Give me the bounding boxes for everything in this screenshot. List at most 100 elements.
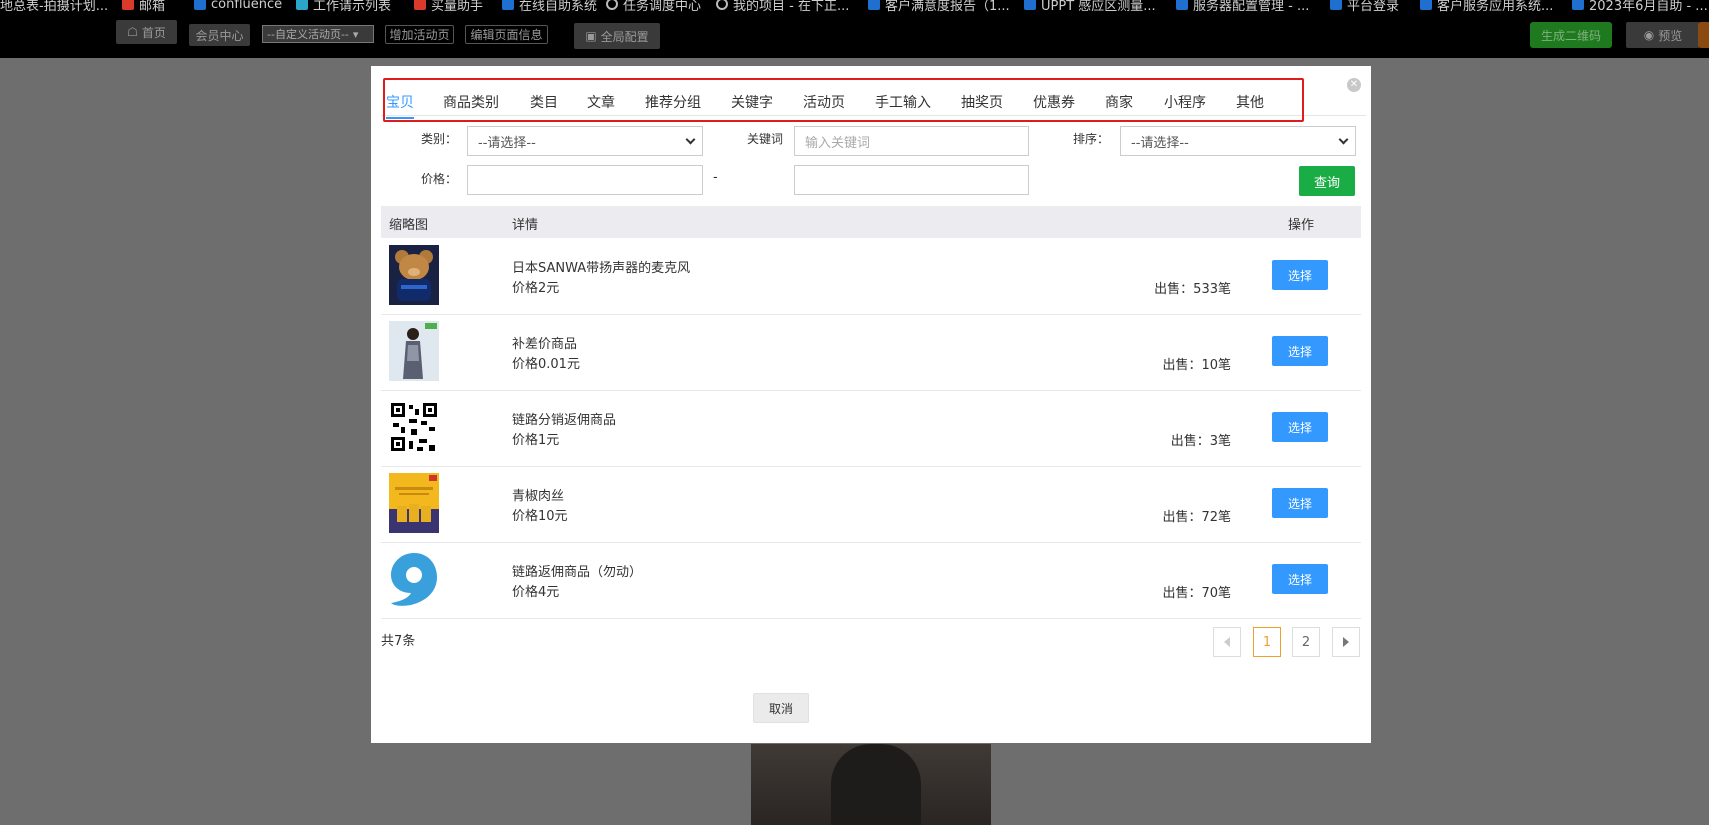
query-button[interactable]: 查询 xyxy=(1299,166,1355,196)
total-count: 共7条 xyxy=(381,634,416,649)
chevron-down-icon: ▾ xyxy=(352,27,359,41)
preview-button[interactable]: ◉ 预览 xyxy=(1626,22,1700,48)
table-row: 链路分销返佣商品 价格1元 出售：3笔 选择 xyxy=(381,391,1361,467)
select-button[interactable]: 选择 xyxy=(1272,564,1328,594)
bookmark-item[interactable]: 任务调度中心 xyxy=(606,0,701,14)
sort-label: 排序： xyxy=(1073,132,1110,146)
product-title: 青椒肉丝 xyxy=(512,489,565,504)
product-price: 价格4元 xyxy=(512,585,560,600)
publish-button[interactable] xyxy=(1698,22,1709,48)
select-button[interactable]: 选择 xyxy=(1272,336,1328,366)
doc-icon xyxy=(1176,0,1188,10)
edit-page-info-button[interactable]: 编辑页面信息 xyxy=(465,25,548,44)
food-ad-thumbnail xyxy=(389,473,439,533)
product-sales: 出售：70笔 xyxy=(1162,586,1231,601)
prev-page-button[interactable] xyxy=(1213,627,1241,657)
category-select[interactable]: --请选择-- xyxy=(467,126,703,156)
confluence-icon xyxy=(194,0,206,10)
page-button-2[interactable]: 2 xyxy=(1292,627,1320,657)
price-min-input[interactable] xyxy=(467,165,703,195)
product-title: 补差价商品 xyxy=(512,337,578,352)
table-row: 日本SANWA带扬声器的麦克风 价格2元 出售：533笔 选择 xyxy=(381,239,1361,315)
product-title: 链路返佣商品（勿动） xyxy=(512,565,643,580)
category-label: 类别： xyxy=(421,132,458,146)
doc-icon xyxy=(1420,0,1432,10)
bookmark-item[interactable]: 平台登录 xyxy=(1330,0,1399,14)
globe-icon xyxy=(606,0,618,10)
product-price: 价格1元 xyxy=(512,433,560,448)
product-sales: 出售：10笔 xyxy=(1162,358,1231,373)
product-title: 链路分销返佣商品 xyxy=(512,413,617,428)
background-product-image xyxy=(751,744,991,825)
product-price: 价格10元 xyxy=(512,509,568,524)
add-activity-button[interactable]: 增加活动页 xyxy=(385,25,454,44)
bookmark-item[interactable]: 服务器配置管理 - ... xyxy=(1176,0,1309,14)
eye-icon: ◉ xyxy=(1643,28,1655,42)
mail-icon xyxy=(122,0,134,10)
chevron-down-icon xyxy=(685,134,696,145)
app-icon xyxy=(502,0,514,10)
chevron-left-icon xyxy=(1224,637,1230,647)
bear-thumbnail xyxy=(389,245,439,305)
bookmark-item[interactable]: confluence xyxy=(194,0,282,14)
tabs-highlight-box xyxy=(383,78,1304,122)
price-range-dash: - xyxy=(713,170,718,185)
product-sales: 出售：72笔 xyxy=(1162,510,1231,525)
bookmark-item[interactable]: UPPT 感应区测量... xyxy=(1024,0,1156,14)
globe-icon xyxy=(716,0,728,10)
bookmark-item[interactable]: 2023年6月自助 - ... xyxy=(1572,0,1708,14)
select-button[interactable]: 选择 xyxy=(1272,488,1328,518)
bookmark-item[interactable]: 地总表-拍摄计划... xyxy=(0,0,108,14)
column-header: 操作 xyxy=(1288,218,1315,233)
app-icon xyxy=(1330,0,1342,10)
product-sales: 出售：3笔 xyxy=(1170,434,1231,449)
select-button[interactable]: 选择 xyxy=(1272,260,1328,290)
table-row: 补差价商品 价格0.01元 出售：10笔 选择 xyxy=(381,315,1361,391)
global-config-button[interactable]: ▣ 全局配置 xyxy=(574,23,660,49)
product-sales: 出售：533笔 xyxy=(1154,282,1231,297)
product-price: 价格0.01元 xyxy=(512,357,580,372)
page-button-1[interactable]: 1 xyxy=(1253,627,1281,657)
doc-icon xyxy=(1024,0,1036,10)
link-picker-dialog: ✕ 宝贝 商品类别 类目 文章 推荐分组 关键字 活动页 手工输入 抽奖页 优惠… xyxy=(371,66,1371,743)
product-price: 价格2元 xyxy=(512,281,560,296)
app-icon xyxy=(414,0,426,10)
generate-qr-button[interactable]: 生成二维码 xyxy=(1530,22,1612,48)
doc-icon xyxy=(1572,0,1584,10)
model-thumbnail xyxy=(389,321,439,381)
keyword-label: 关键词 xyxy=(747,132,784,146)
editor-toolbar: ☖ 首页 会员中心 --自定义活动页-- ▾ 增加活动页 编辑页面信息 ▣ 全局配置 … xyxy=(0,16,1709,58)
bookmark-item[interactable]: 客户满意度报告（1... xyxy=(868,0,1010,14)
table-header: 缩略图 详情 操作 xyxy=(381,206,1361,238)
member-center-button[interactable]: 会员中心 xyxy=(189,24,250,46)
price-max-input[interactable] xyxy=(794,165,1029,195)
column-header: 详情 xyxy=(512,218,539,233)
next-page-button[interactable] xyxy=(1332,627,1360,657)
column-header: 缩略图 xyxy=(389,218,429,233)
doc-icon xyxy=(868,0,880,10)
table-row: 链路返佣商品（勿动） 价格4元 出售：70笔 选择 xyxy=(381,543,1361,619)
home-button[interactable]: ☖ 首页 xyxy=(116,20,177,44)
bookmark-item[interactable]: 客户服务应用系统... xyxy=(1420,0,1553,14)
keyword-input[interactable]: 输入关键词 xyxy=(794,126,1029,156)
logo-thumbnail xyxy=(389,549,439,609)
select-button[interactable]: 选择 xyxy=(1272,412,1328,442)
chevron-down-icon xyxy=(1338,134,1349,145)
chevron-right-icon xyxy=(1343,637,1349,647)
table-row: 青椒肉丝 价格10元 出售：72笔 选择 xyxy=(381,467,1361,543)
sort-select[interactable]: --请选择-- xyxy=(1120,126,1356,156)
home-icon: ☖ xyxy=(127,25,138,39)
product-title: 日本SANWA带扬声器的麦克风 xyxy=(512,261,691,276)
config-icon: ▣ xyxy=(585,29,597,43)
bookmark-item[interactable]: 邮箱 xyxy=(122,0,165,14)
bookmark-item[interactable]: 我的项目 - 在下正... xyxy=(716,0,849,14)
bookmark-item[interactable]: 工作请示列表 xyxy=(296,0,391,14)
bookmark-item[interactable]: 在线自助系统 xyxy=(502,0,597,14)
bookmarks-bar: 地总表-拍摄计划... 邮箱 confluence 工作请示列表 买量助手 在线… xyxy=(0,0,1709,16)
price-label: 价格： xyxy=(421,172,458,186)
qrcode-thumbnail xyxy=(389,397,439,457)
list-icon xyxy=(296,0,308,10)
page-select[interactable]: --自定义活动页-- ▾ xyxy=(262,25,374,43)
bookmark-item[interactable]: 买量助手 xyxy=(414,0,483,14)
cancel-button[interactable]: 取消 xyxy=(753,693,809,723)
